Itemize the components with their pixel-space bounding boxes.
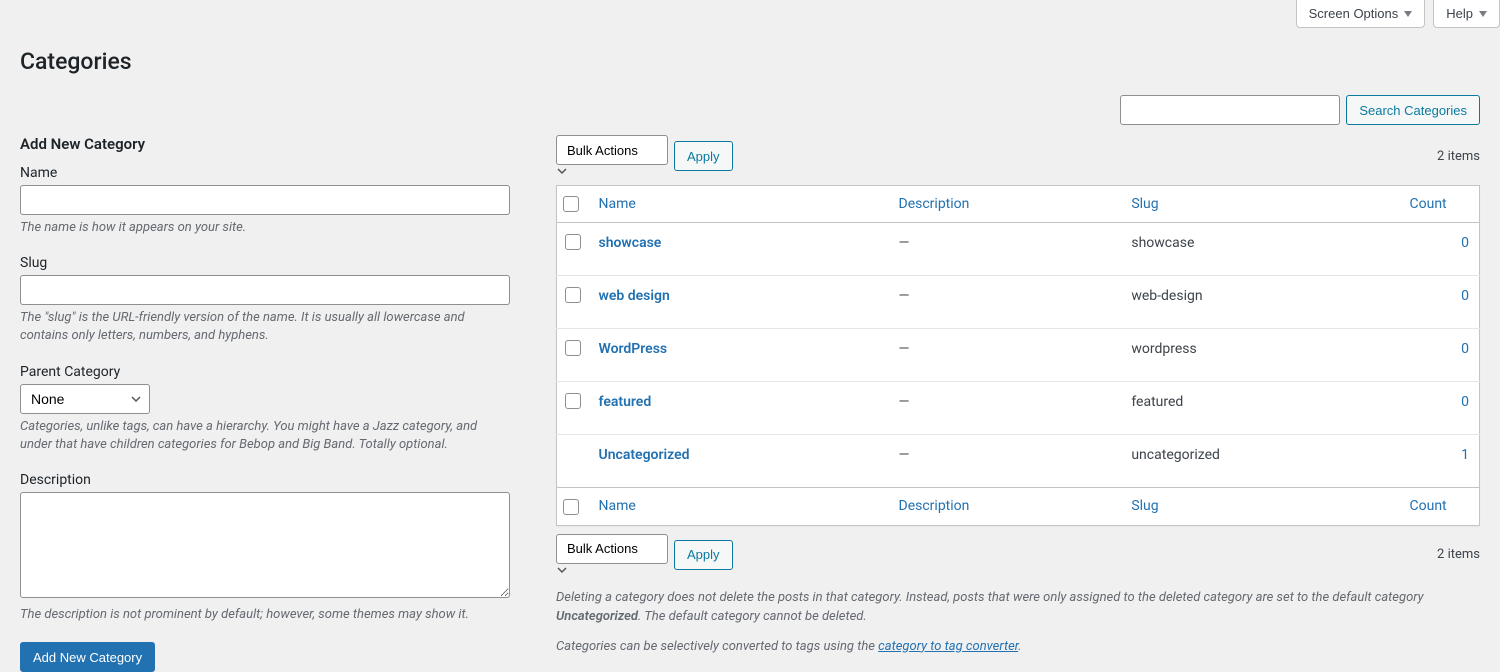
col-description-sort[interactable]: Description <box>899 196 970 212</box>
col-name-sort-footer[interactable]: Name <box>599 498 636 514</box>
table-row: showcase—showcase0 <box>557 223 1480 276</box>
category-name-link[interactable]: featured <box>599 394 652 410</box>
apply-button-bottom[interactable]: Apply <box>674 540 733 570</box>
col-slug-sort[interactable]: Slug <box>1131 196 1158 212</box>
category-slug: featured <box>1121 382 1399 435</box>
category-slug: uncategorized <box>1121 435 1399 488</box>
row-checkbox[interactable] <box>565 287 581 303</box>
row-checkbox[interactable] <box>565 234 581 250</box>
categories-table: Name Description Slug Count showcase—sho… <box>556 185 1480 526</box>
table-row: web design —web-design 0 <box>557 276 1480 329</box>
category-description: — <box>889 382 1122 435</box>
screen-options-button[interactable]: Screen Options <box>1296 0 1426 28</box>
description-help: The description is not prominent by defa… <box>20 606 510 624</box>
name-help: The name is how it appears on your site. <box>20 219 510 237</box>
triangle-down-icon <box>1404 11 1412 17</box>
triangle-down-icon <box>1479 11 1487 17</box>
delete-note: Deleting a category does not delete the … <box>556 588 1480 627</box>
category-count-link[interactable]: 1 <box>1461 447 1469 463</box>
category-description: — <box>889 435 1122 488</box>
chevron-down-icon <box>556 165 668 177</box>
row-checkbox[interactable] <box>565 393 581 409</box>
items-count-bottom: 2 items <box>1437 547 1480 562</box>
slug-help: The "slug" is the URL-friendly version o… <box>20 309 510 345</box>
slug-input[interactable] <box>20 275 510 305</box>
convert-note: Categories can be selectively converted … <box>556 637 1480 657</box>
category-slug: showcase <box>1121 223 1399 276</box>
description-textarea[interactable] <box>20 492 510 598</box>
category-name-link[interactable]: WordPress <box>599 341 668 357</box>
category-name-link[interactable]: web design <box>599 288 670 304</box>
items-count-top: 2 items <box>1437 149 1480 164</box>
col-slug-sort-footer[interactable]: Slug <box>1131 498 1158 514</box>
category-to-tag-converter-link[interactable]: category to tag converter <box>878 639 1018 654</box>
parent-help: Categories, unlike tags, can have a hier… <box>20 418 510 454</box>
help-button[interactable]: Help <box>1433 0 1500 28</box>
apply-button-top[interactable]: Apply <box>674 141 733 171</box>
search-categories-button[interactable]: Search Categories <box>1346 95 1480 125</box>
parent-category-label: Parent Category <box>20 364 520 380</box>
chevron-down-icon <box>556 564 668 576</box>
col-name-sort[interactable]: Name <box>599 196 636 212</box>
category-count-link[interactable]: 0 <box>1461 394 1469 410</box>
parent-category-select[interactable]: None <box>20 384 150 414</box>
add-new-heading: Add New Category <box>20 135 520 153</box>
search-input[interactable] <box>1120 95 1340 125</box>
bulk-actions-select-bottom[interactable]: Bulk Actions <box>556 534 668 564</box>
select-all-checkbox-top[interactable] <box>563 196 579 212</box>
row-checkbox[interactable] <box>565 340 581 356</box>
category-name-link[interactable]: Uncategorized <box>599 447 690 463</box>
category-count-link[interactable]: 0 <box>1461 288 1469 304</box>
col-description-sort-footer[interactable]: Description <box>899 498 970 514</box>
category-description: — <box>889 329 1122 382</box>
name-input[interactable] <box>20 185 510 215</box>
col-count-sort-footer[interactable]: Count <box>1410 498 1447 514</box>
add-new-category-button[interactable]: Add New Category <box>20 642 155 672</box>
screen-options-label: Screen Options <box>1309 6 1399 21</box>
table-row: featured—featured0 <box>557 382 1480 435</box>
bulk-actions-select-top[interactable]: Bulk Actions <box>556 135 668 165</box>
select-all-checkbox-bottom[interactable] <box>563 499 579 515</box>
category-slug: web-design <box>1121 276 1399 329</box>
help-label: Help <box>1446 6 1473 21</box>
category-count-link[interactable]: 0 <box>1461 341 1469 357</box>
col-count-sort[interactable]: Count <box>1410 196 1447 212</box>
page-title: Categories <box>20 40 1480 79</box>
name-label: Name <box>20 165 520 181</box>
category-count-link[interactable]: 0 <box>1461 235 1469 251</box>
category-slug: wordpress <box>1121 329 1399 382</box>
slug-label: Slug <box>20 255 520 271</box>
category-name-link[interactable]: showcase <box>599 235 662 251</box>
table-row: WordPress —wordpress 0 <box>557 329 1480 382</box>
category-description: — <box>889 276 1122 329</box>
category-description: — <box>889 223 1122 276</box>
table-row: Uncategorized —uncategorized 1 <box>557 435 1480 488</box>
description-label: Description <box>20 472 520 488</box>
